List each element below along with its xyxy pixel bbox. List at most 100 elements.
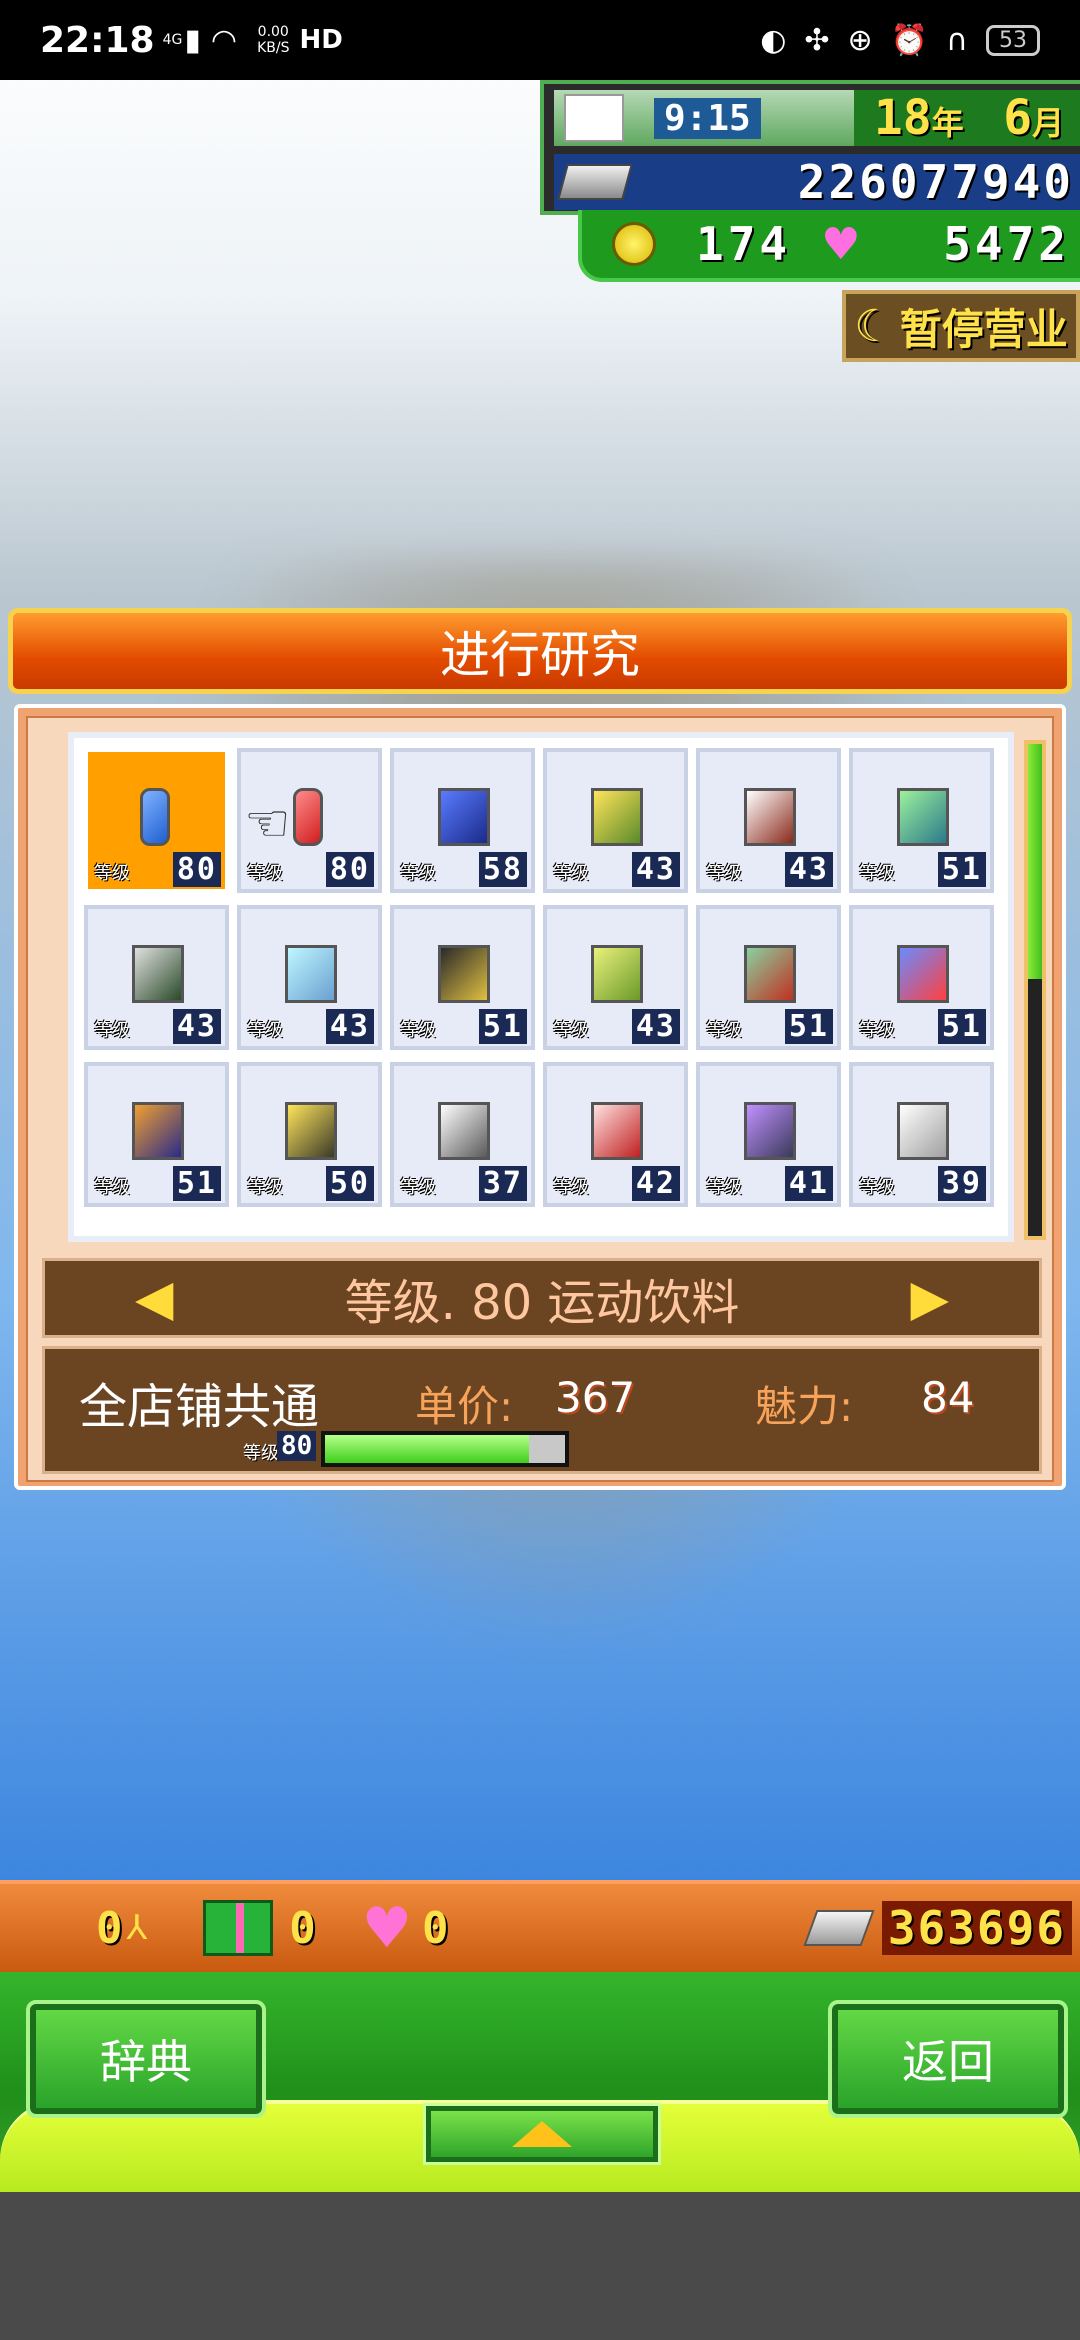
pause-label: 暂停营业	[899, 304, 1068, 354]
dark-card-icon	[132, 945, 184, 1003]
item-level-number: 51	[478, 1009, 527, 1044]
research-item-cell[interactable]: 等级 39	[849, 1062, 994, 1207]
item-info-box: 全店铺共通 单价: 367 魅力: 84 等级 80	[42, 1346, 1042, 1474]
research-item-cell[interactable]: 等级 43	[237, 905, 382, 1050]
alarm-icon: ⏰	[890, 22, 929, 58]
battery-indicator: 53	[986, 24, 1040, 56]
wifi-icon: ◠	[210, 22, 238, 58]
back-button[interactable]: 返回	[828, 2000, 1068, 2118]
app-notification-icon: ◐	[760, 22, 787, 58]
signal-bars-icon: ▮	[184, 22, 201, 58]
research-item-cell[interactable]: 等级 41	[696, 1062, 841, 1207]
research-item-cell[interactable]: 等级 43	[543, 905, 688, 1050]
year-unit: 年	[931, 104, 964, 142]
system-navigation-area	[0, 2192, 1080, 2340]
price-value: 367	[555, 1373, 636, 1422]
item-level-number: 50	[325, 1166, 374, 1201]
hd-indicator: HD	[299, 25, 343, 55]
item-level-tag: 等级	[553, 1020, 589, 1041]
speed-value: 0.00	[257, 24, 289, 40]
price-label: 单价:	[415, 1382, 514, 1431]
blue-console-icon	[438, 788, 490, 846]
item-level-tag: 等级	[553, 1177, 589, 1198]
red-handheld-icon	[591, 1102, 643, 1160]
hud-panel: 9:15 18年 6月 226077940	[540, 80, 1080, 215]
expand-menu-button[interactable]	[423, 2103, 661, 2165]
research-item-cell[interactable]: 等级 50	[237, 1062, 382, 1207]
moon-icon: ☾	[854, 300, 894, 352]
item-level-number: 51	[172, 1166, 221, 1201]
research-header: 进行研究	[8, 608, 1072, 694]
person-icon: ⅄	[126, 1908, 148, 1948]
bottom-money-icon	[803, 1910, 875, 1946]
red-drink-can-icon	[293, 788, 323, 846]
purple-console-icon	[744, 1102, 796, 1160]
research-item-cell[interactable]: 等级 43	[543, 748, 688, 893]
pause-business-button[interactable]: ☾ 暂停营业	[842, 290, 1080, 362]
research-panel-inner: 等级 80 等级 80 等级 58 等级 43 等级 43 等级 51 等级 43 等级 43 等级 51 等级 43…	[26, 716, 1054, 1482]
staff-count: 0	[96, 1902, 123, 1954]
game-controller-icon: ✣	[804, 22, 830, 58]
item-level-number: 43	[631, 1009, 680, 1044]
red-hero-card-icon	[744, 945, 796, 1003]
item-level-tag: 等级	[553, 863, 589, 884]
dictionary-button[interactable]: 辞典	[26, 2000, 266, 2118]
headphones-icon: ∩	[946, 22, 968, 58]
clock-icon	[564, 94, 624, 142]
research-item-cell[interactable]: 等级 51	[390, 905, 535, 1050]
item-level-tag: 等级	[94, 1020, 130, 1041]
item-level-number: 43	[172, 1009, 221, 1044]
research-item-cell[interactable]: 等级 58	[390, 748, 535, 893]
monster-card-icon	[438, 1102, 490, 1160]
info-level-tag: 等级	[243, 1443, 279, 1464]
robot-card-icon	[897, 945, 949, 1003]
research-item-cell[interactable]: 等级 51	[696, 905, 841, 1050]
month-unit: 月	[1032, 104, 1065, 142]
research-item-cell[interactable]: 等级 37	[390, 1062, 535, 1207]
network-speed: 0.00 KB/S	[257, 24, 289, 56]
item-level-tag: 等级	[94, 1177, 130, 1198]
pink-heart-icon: ♥	[361, 1895, 412, 1961]
item-level-tag: 等级	[859, 1177, 895, 1198]
bottom-money-amount: 363696	[881, 1901, 1072, 1955]
grid-scrollbar[interactable]	[1024, 740, 1046, 1240]
character-card-icon	[744, 788, 796, 846]
scrollbar-thumb[interactable]	[1028, 744, 1042, 979]
black-card-icon	[438, 945, 490, 1003]
coin-icon	[612, 222, 656, 266]
month-number: 6	[1003, 90, 1033, 146]
money-bill-icon	[557, 164, 633, 200]
gift-count: 0	[289, 1902, 316, 1954]
research-item-cell[interactable]: 等级 51	[849, 748, 994, 893]
previous-item-arrow[interactable]: ◀	[135, 1269, 173, 1327]
research-item-cell[interactable]: 等级 42	[543, 1062, 688, 1207]
yellow-card-icon	[285, 1102, 337, 1160]
lock-icon: ⊕	[847, 22, 873, 58]
item-level-tag: 等级	[400, 863, 436, 884]
item-level-tag: 等级	[859, 863, 895, 884]
heart-counter: 0	[421, 1902, 449, 1954]
item-grid: 等级 80 等级 80 等级 58 等级 43 等级 43 等级 51 等级 43 等级 43 等级 51 等级 43…	[84, 748, 994, 1207]
item-level-number: 80	[325, 852, 374, 887]
research-item-cell[interactable]: 等级 43	[84, 905, 229, 1050]
research-item-cell[interactable]: 等级 51	[84, 1062, 229, 1207]
back-label: 返回	[902, 2035, 994, 2089]
level-progress-fill	[325, 1435, 529, 1463]
item-level-number: 41	[784, 1166, 833, 1201]
heart-count: 5472	[943, 217, 1070, 271]
next-item-arrow[interactable]: ▶	[911, 1269, 949, 1327]
item-level-tag: 等级	[706, 1177, 742, 1198]
info-level-number: 80	[277, 1431, 317, 1461]
white-console-icon	[897, 1102, 949, 1160]
item-level-number: 51	[937, 852, 986, 887]
item-scope: 全店铺共通	[79, 1379, 320, 1435]
item-level-tag: 等级	[247, 1177, 283, 1198]
item-level-number: 80	[172, 852, 221, 887]
item-level-tag: 等级	[94, 863, 130, 884]
research-item-cell[interactable]: 等级 51	[849, 905, 994, 1050]
research-item-cell[interactable]: 等级 80	[84, 748, 229, 893]
up-arrow-icon	[512, 2121, 572, 2147]
speed-unit: KB/S	[257, 40, 290, 56]
heart-icon: ♥	[821, 218, 861, 270]
research-item-cell[interactable]: 等级 43	[696, 748, 841, 893]
